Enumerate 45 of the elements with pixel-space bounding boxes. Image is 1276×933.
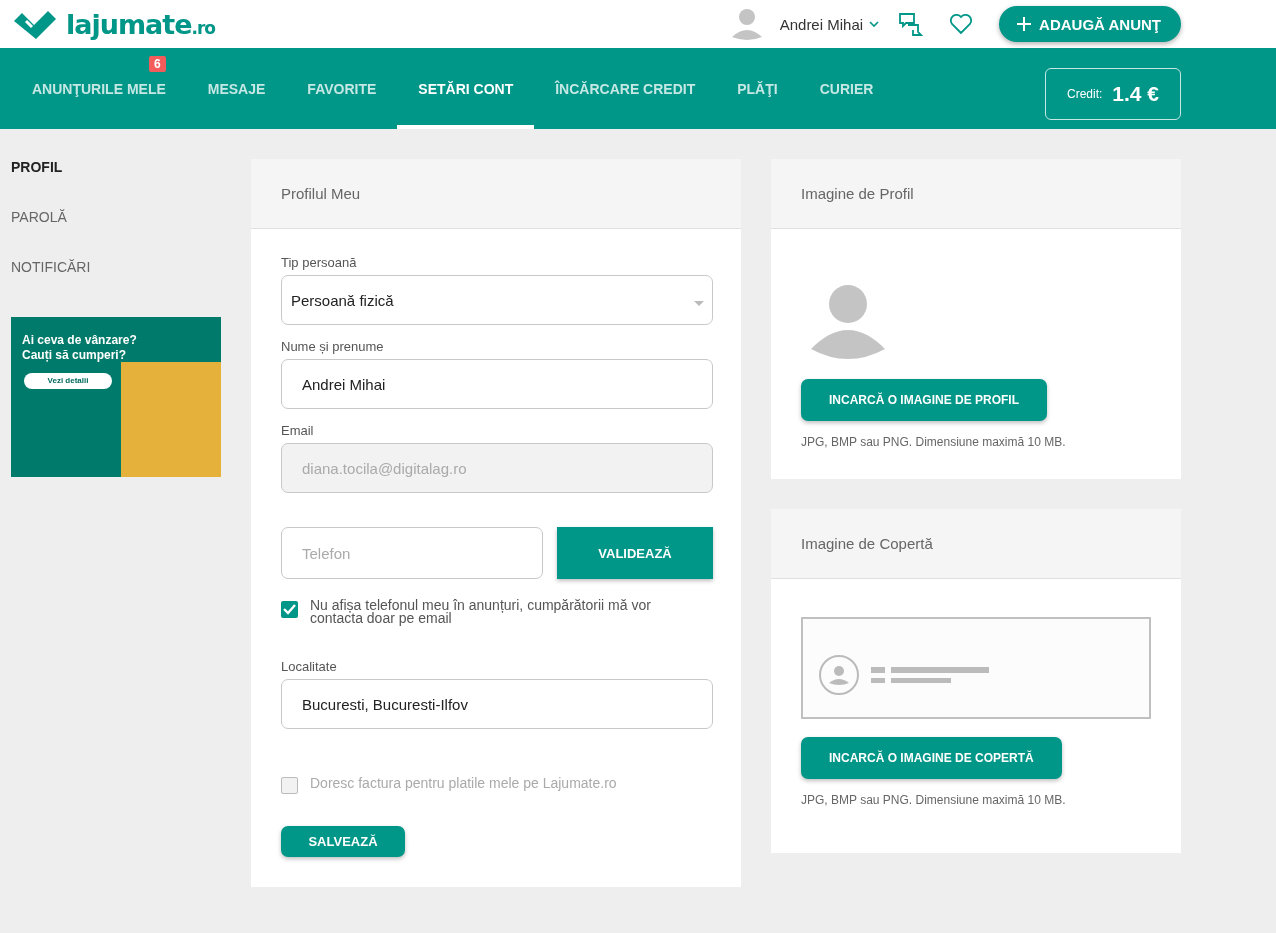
upload-cover-image-button[interactable]: INCARCĂ O IMAGINE DE COPERTĂ: [801, 737, 1062, 779]
card-title: Imagine de Copertă: [771, 509, 1181, 579]
checkbox-label: Doresc factura pentru platile mele pe Lajumate.ro: [310, 775, 618, 791]
count-badge: 6: [149, 56, 166, 72]
chat-icon[interactable]: [899, 12, 924, 36]
input-field: diana.tocila@digitalag.ro: [281, 443, 713, 493]
nav-tab[interactable]: PLĂŢI: [716, 80, 799, 129]
field-label: Tip persoană: [281, 255, 358, 270]
caret-icon: [694, 300, 704, 306]
input-field[interactable]: Andrei Mihai: [281, 359, 713, 409]
nav-tab[interactable]: FAVORITE: [286, 80, 398, 129]
phone-field[interactable]: Telefon: [281, 527, 543, 579]
field-label: Nume și prenume: [281, 339, 385, 354]
chevron-down-icon: [869, 20, 880, 28]
logo-text: lajumate.ro: [66, 8, 216, 40]
validate-button[interactable]: VALIDEAZĂ: [557, 527, 713, 579]
sidebar-item[interactable]: NOTIFICĂRI: [11, 259, 221, 309]
sidebar-item[interactable]: PROFIL: [11, 159, 221, 209]
card-title: Imagine de Profil: [771, 159, 1181, 229]
nav-tab[interactable]: MESAJE: [186, 80, 287, 129]
input-field[interactable]: Bucuresti, Bucuresti-Ilfov: [281, 679, 713, 729]
avatar-icon: [811, 283, 885, 361]
add-listing-button[interactable]: ADAUGĂ ANUNŢ: [999, 6, 1181, 42]
card-title: Profilul Meu: [251, 159, 741, 229]
hint-text: JPG, BMP sau PNG. Dimensiune maximă 10 MB.: [801, 435, 1067, 449]
nav-tab[interactable]: ÎNCĂRCARE CREDIT: [534, 80, 717, 129]
user-menu[interactable]: Andrei Mihai: [779, 15, 880, 33]
plus-icon: [1017, 17, 1032, 31]
avatar-icon: [731, 7, 762, 41]
sidebar-item[interactable]: PAROLĂ: [11, 209, 221, 259]
field-label: Localitate: [281, 659, 338, 674]
banner-headline: Ai ceva de vânzare? Cauți să cumperi?: [21, 332, 138, 363]
banner-button[interactable]: Vezi detalii: [24, 373, 112, 389]
checkbox-label: Nu afișa telefonul meu în anunțuri, cumpărătorii mă vor contacta doar pe email: [310, 599, 652, 625]
ad-banner[interactable]: Ai ceva de vânzare? Cauți să cumperi? Vezi detalii: [11, 317, 221, 477]
select-field[interactable]: Persoană fizică: [281, 275, 713, 325]
nav-tab[interactable]: SETĂRI CONT: [397, 80, 535, 129]
credit-box[interactable]: Credit: 1.4 €: [1045, 67, 1181, 120]
nav-tab[interactable]: CURIER: [798, 80, 895, 129]
checkbox[interactable]: [281, 601, 298, 618]
save-button[interactable]: SALVEAZĂ: [281, 826, 405, 857]
heart-icon[interactable]: [949, 12, 974, 36]
hint-text: JPG, BMP sau PNG. Dimensiune maximă 10 MB.: [801, 793, 1067, 807]
upload-profile-image-button[interactable]: INCARCĂ O IMAGINE DE PROFIL: [801, 379, 1047, 421]
field-label: Email: [281, 423, 315, 438]
